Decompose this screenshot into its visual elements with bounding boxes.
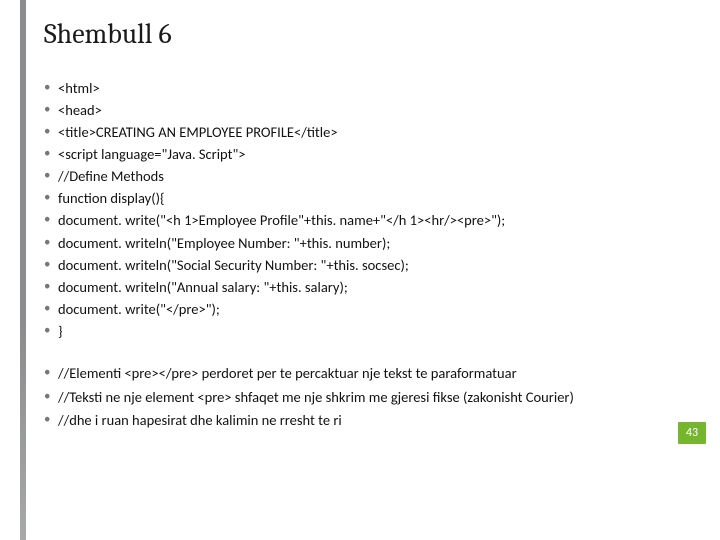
list-item: <script language="Java. Script">	[44, 144, 664, 165]
list-item: document. writeln("Social Security Numbe…	[44, 255, 664, 276]
page-number-badge: 43	[678, 422, 706, 444]
list-item: <html>	[44, 78, 664, 99]
list-item: document. writeln("Annual salary: "+this…	[44, 277, 664, 298]
list-item: document. write("<h 1>Employee Profile"+…	[44, 210, 664, 231]
list-item: <title>CREATING AN EMPLOYEE PROFILE</tit…	[44, 122, 664, 143]
list-item: //Teksti ne nje element <pre> shfaqet me…	[44, 388, 652, 408]
list-item: document. write("</pre>");	[44, 299, 664, 320]
list-item: document. writeln("Employee Number: "+th…	[44, 233, 664, 254]
list-item: function display(){	[44, 188, 664, 209]
list-item: }	[44, 321, 664, 342]
list-item: //Define Methods	[44, 166, 664, 187]
notes-bullet-list: //Elementi <pre></pre> perdoret per te p…	[44, 364, 652, 435]
accent-bar	[20, 0, 26, 540]
list-item: //dhe i ruan hapesirat dhe kalimin ne rr…	[44, 411, 652, 431]
list-item: <head>	[44, 100, 664, 121]
list-item: //Elementi <pre></pre> perdoret per te p…	[44, 364, 652, 384]
slide-title: Shembull 6	[44, 18, 172, 50]
code-bullet-list: <html> <head> <title>CREATING AN EMPLOYE…	[44, 78, 664, 343]
